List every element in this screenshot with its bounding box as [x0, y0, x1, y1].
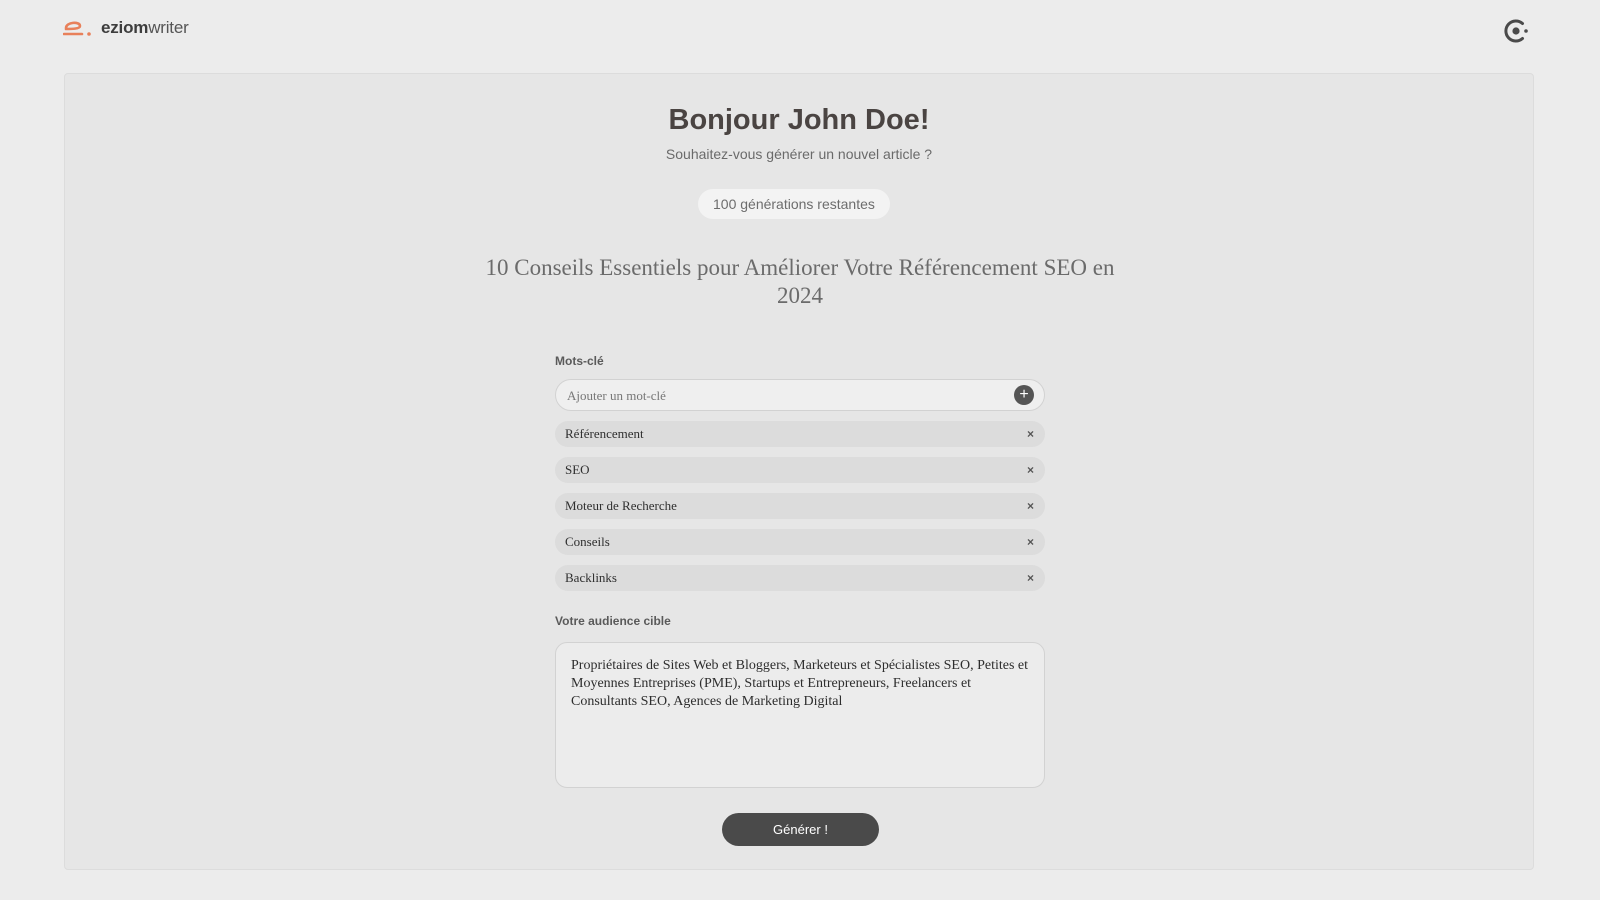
remove-keyword-icon[interactable]: ×: [1027, 565, 1034, 591]
keyword-tag: Conseils ×: [555, 529, 1045, 555]
keyword-tag: Moteur de Recherche ×: [555, 493, 1045, 519]
logo-mark-icon: [63, 19, 93, 37]
logo-text-light: writer: [148, 18, 189, 37]
remove-keyword-icon[interactable]: ×: [1027, 457, 1034, 483]
logo-text-bold: eziom: [101, 18, 149, 37]
keyword-tag-label: Conseils: [565, 534, 610, 549]
keyword-tag-label: Référencement: [565, 426, 644, 441]
keyword-tag-label: Backlinks: [565, 570, 617, 585]
remove-keyword-icon[interactable]: ×: [1027, 493, 1034, 519]
keyword-tag: Référencement ×: [555, 421, 1045, 447]
add-keyword-button[interactable]: +: [1014, 385, 1034, 405]
user-refresh-icon[interactable]: [1502, 17, 1530, 45]
keyword-tag: Backlinks ×: [555, 565, 1045, 591]
remove-keyword-icon[interactable]: ×: [1027, 421, 1034, 447]
keyword-input-container: +: [555, 379, 1045, 412]
keyword-tag-label: Moteur de Recherche: [565, 498, 677, 513]
top-bar: eziomwriter: [0, 0, 1600, 60]
keyword-tag-label: SEO: [565, 462, 590, 477]
keywords-label: Mots-clé: [555, 354, 604, 368]
generations-remaining-badge: 100 générations restantes: [698, 189, 890, 219]
remove-keyword-icon[interactable]: ×: [1027, 529, 1034, 555]
article-title: 10 Conseils Essentiels pour Améliorer Vo…: [485, 255, 1115, 308]
article-form: Mots-clé + Référencement × SEO × Moteur …: [555, 354, 1045, 788]
main-card: Bonjour John Doe! Souhaitez-vous générer…: [64, 73, 1534, 870]
audience-label: Votre audience cible: [555, 614, 671, 628]
page-subtitle: Souhaitez-vous générer un nouvel article…: [665, 146, 933, 162]
logo-text: eziomwriter: [101, 18, 189, 38]
page-title: Bonjour John Doe!: [668, 104, 930, 136]
keyword-tag: SEO ×: [555, 457, 1045, 483]
plus-icon: +: [1019, 386, 1029, 403]
logo[interactable]: eziomwriter: [63, 18, 189, 38]
generate-button[interactable]: Générer !: [722, 813, 879, 846]
keyword-tags: Référencement × SEO × Moteur de Recherch…: [555, 421, 1045, 591]
audience-textarea[interactable]: Propriétaires de Sites Web et Bloggers, …: [555, 642, 1045, 788]
keyword-input[interactable]: [565, 380, 989, 412]
